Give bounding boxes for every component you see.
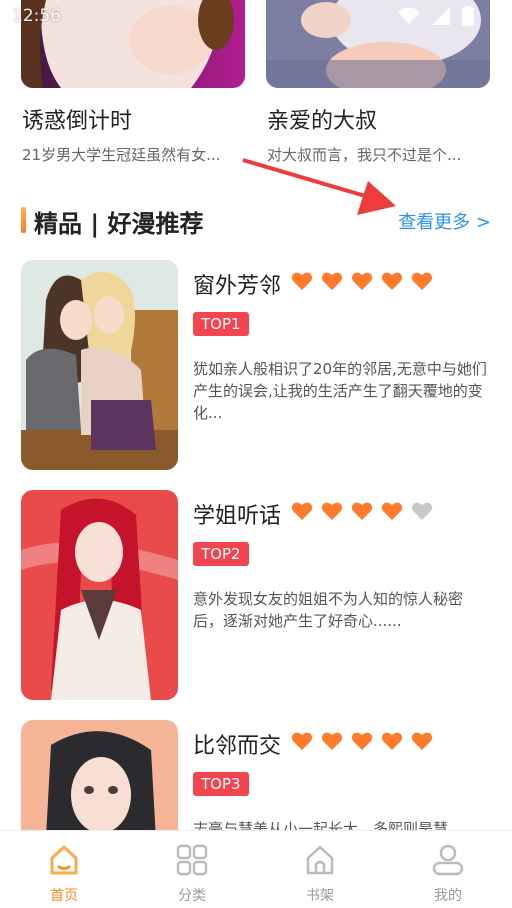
comic-description: 对大叔而言，我只不过是个... — [267, 146, 462, 164]
comic-title[interactable]: 亲爱的大叔 — [267, 103, 377, 135]
comic-cover-image[interactable] — [21, 490, 178, 700]
home-icon — [50, 845, 78, 875]
heart-filled-icon — [351, 732, 373, 750]
heart-filled-icon — [291, 732, 313, 750]
rating-hearts — [291, 270, 433, 292]
nav-category[interactable]: 分类 — [128, 831, 256, 908]
comic-description: 意外发现女友的姐姐不为人知的惊人秘密后，逐渐对她产生了好奇心...... — [193, 590, 464, 630]
section-header: 精品 | 好漫推荐 查看更多 > — [21, 204, 491, 238]
book-item[interactable]: 学姐听话 TOP2 意外发现女友的姐姐不为人知的惊人秘密后，逐渐对她产生了好奇心… — [21, 490, 491, 700]
heart-filled-icon — [351, 272, 373, 290]
signal-icon — [432, 7, 450, 25]
comic-title[interactable]: 诱惑倒计时 — [22, 103, 132, 135]
heart-filled-icon — [381, 272, 403, 290]
heart-filled-icon — [291, 502, 313, 520]
nav-bookshelf[interactable]: 书架 — [256, 831, 384, 908]
rank-badge: TOP3 — [193, 772, 249, 796]
comic-title[interactable]: 比邻而交 — [193, 728, 281, 760]
comic-title[interactable]: 学姐听话 — [193, 498, 281, 530]
heart-filled-icon — [321, 732, 343, 750]
see-more-link[interactable]: 查看更多 > — [398, 208, 491, 234]
heart-filled-icon — [291, 272, 313, 290]
profile-icon — [432, 844, 464, 876]
nav-label: 我的 — [434, 888, 462, 904]
rating-hearts — [291, 500, 433, 522]
bookshelf-icon — [306, 845, 334, 875]
rank-badge: TOP2 — [193, 542, 249, 566]
comic-title[interactable]: 窗外芳邻 — [193, 268, 281, 300]
heart-filled-icon — [321, 272, 343, 290]
heart-filled-icon — [351, 502, 373, 520]
nav-label: 首页 — [50, 888, 78, 904]
status-time: 12:56 — [12, 6, 61, 26]
nav-label: 书架 — [306, 888, 334, 904]
wifi-icon — [398, 7, 420, 24]
comic-cover-image[interactable] — [21, 260, 178, 470]
status-icons — [398, 6, 474, 26]
heart-filled-icon — [381, 502, 403, 520]
rank-badge: TOP1 — [193, 312, 249, 336]
nav-profile[interactable]: 我的 — [384, 831, 512, 908]
bottom-nav: 首页 分类 书架 我的 — [0, 830, 512, 908]
comic-description: 犹如亲人般相识了20年的邻居,无意中与她们产生的误会,让我的生活产生了翻天覆地的… — [193, 360, 487, 422]
heart-empty-icon — [411, 502, 433, 520]
heart-filled-icon — [411, 732, 433, 750]
rating-hearts — [291, 730, 433, 752]
heart-filled-icon — [381, 732, 403, 750]
nav-home[interactable]: 首页 — [0, 831, 128, 908]
battery-icon — [462, 6, 474, 26]
section-accent-bar — [21, 207, 26, 233]
comic-description: 21岁男大学生冠廷虽然有女... — [22, 146, 221, 164]
status-bar: 12:56 — [0, 0, 512, 32]
category-grid-icon — [176, 844, 208, 876]
book-item[interactable]: 窗外芳邻 TOP1 犹如亲人般相识了20年的邻居,无意中与她们产生的误会,让我的… — [21, 260, 491, 470]
heart-filled-icon — [321, 502, 343, 520]
section-title: 精品 | 好漫推荐 — [34, 210, 204, 238]
heart-filled-icon — [411, 272, 433, 290]
nav-label: 分类 — [178, 888, 206, 904]
